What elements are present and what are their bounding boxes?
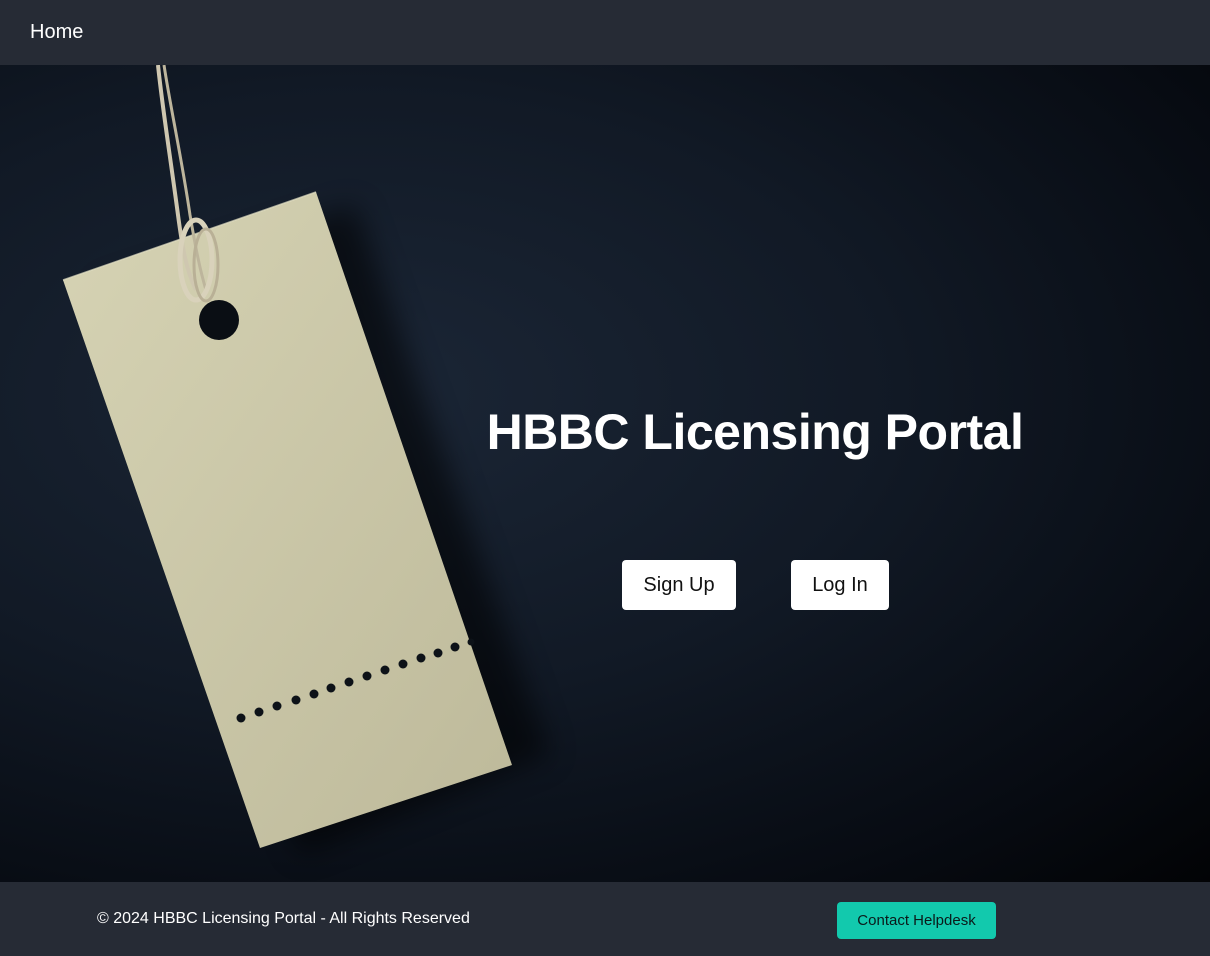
tag-hole [199,300,239,340]
nav-home-link[interactable]: Home [30,21,83,44]
top-navbar: Home [0,0,1210,65]
signup-button[interactable]: Sign Up [622,560,736,610]
contact-helpdesk-button[interactable]: Contact Helpdesk [837,902,996,939]
hero-section: HBBC Licensing Portal Sign Up Log In [0,65,1210,882]
hero-background-image [62,65,550,855]
footer-copyright: © 2024 HBBC Licensing Portal - All Right… [97,910,470,927]
page-title: HBBC Licensing Portal [486,404,1024,460]
login-button[interactable]: Log In [791,560,889,610]
page-footer: © 2024 HBBC Licensing Portal - All Right… [0,882,1210,956]
